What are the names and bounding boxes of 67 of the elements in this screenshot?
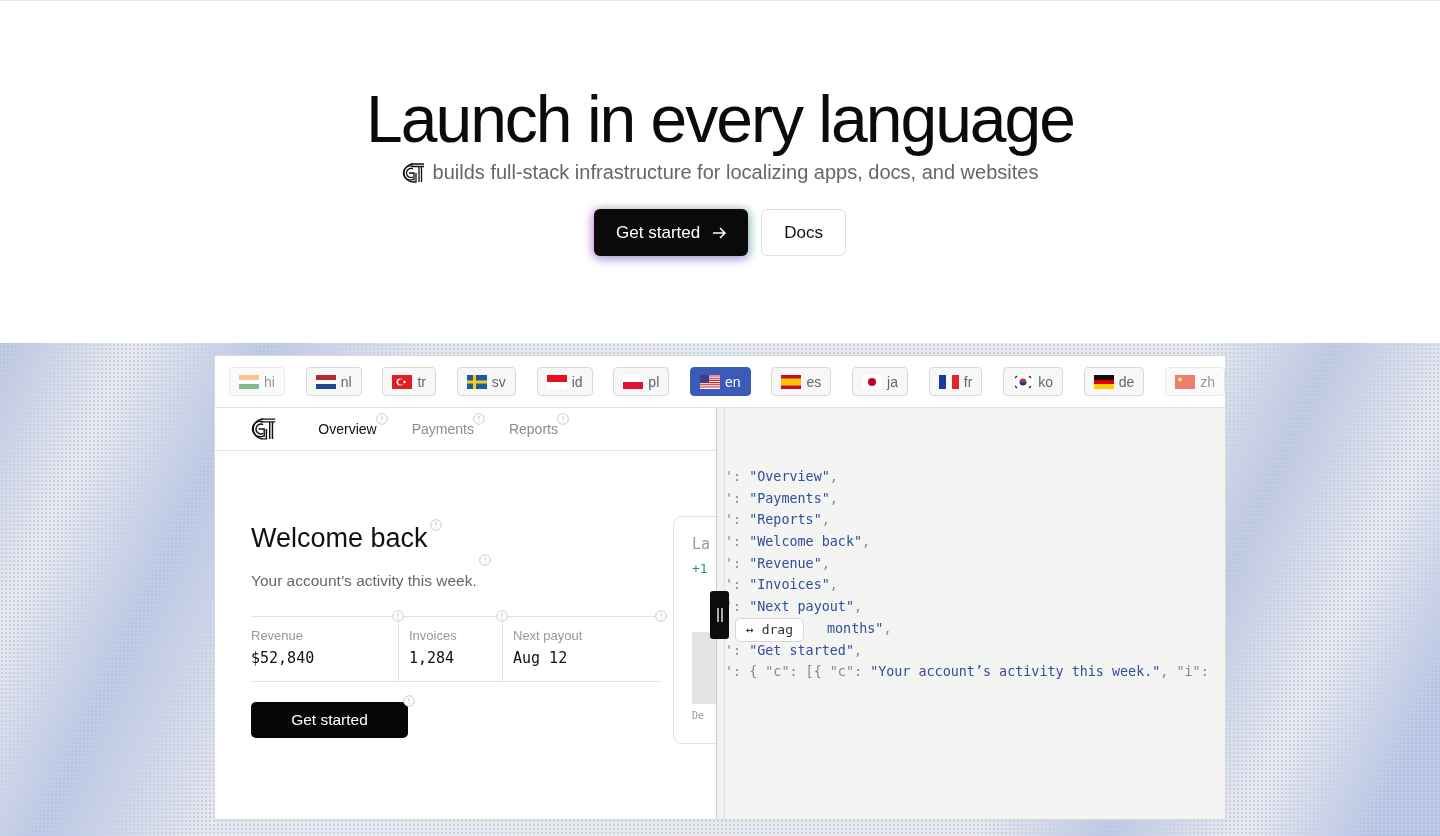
page-heading: Welcome back: [251, 523, 428, 554]
language-chip[interactable]: nl: [305, 367, 362, 396]
info-icon: [375, 413, 388, 425]
page-subtitle: Your account’s activity this week.: [251, 572, 477, 590]
flag-icon: [1013, 374, 1034, 389]
flag-icon: [466, 374, 487, 389]
flag-icon: [1175, 374, 1196, 389]
code-line: months",: [827, 619, 892, 638]
info-icon: [478, 554, 491, 566]
nav-tab[interactable]: Reports: [508, 421, 558, 437]
code-line: ': "Revenue",: [725, 554, 830, 573]
stat-value: Aug 12: [513, 649, 569, 667]
code-line: ': "Get started",: [725, 641, 863, 660]
language-chip[interactable]: en: [690, 367, 751, 396]
docs-button[interactable]: Docs: [761, 209, 846, 256]
nav-tab[interactable]: Overview: [318, 421, 377, 437]
stat-label: Revenue: [251, 628, 305, 643]
language-chip[interactable]: pl: [613, 367, 670, 396]
flag-icon: [392, 374, 413, 389]
nav-tab[interactable]: Payments: [411, 421, 474, 437]
flag-icon: [781, 374, 802, 389]
code-line: ': "Overview",: [725, 468, 838, 486]
logo-icon: [251, 418, 277, 440]
card-title: La: [692, 535, 712, 553]
code-line: ': "Payments",: [725, 489, 838, 508]
info-icon: [655, 610, 667, 622]
language-chip[interactable]: es: [771, 367, 832, 396]
flag-icon: [546, 374, 567, 389]
info-icon: [496, 610, 508, 622]
language-chip[interactable]: hi: [229, 367, 285, 396]
language-chip[interactable]: de: [1083, 367, 1145, 396]
flag-icon: [1093, 374, 1114, 389]
language-chip[interactable]: ko: [1003, 367, 1063, 396]
card-delta: +1: [692, 561, 709, 576]
stat-label: Next payout: [513, 628, 584, 643]
info-icon: [403, 695, 415, 707]
language-chip[interactable]: sv: [456, 367, 516, 396]
stat-value: 1,284: [409, 649, 456, 667]
info-icon: [392, 610, 404, 622]
info-icon: [429, 519, 442, 531]
get-started-button[interactable]: Get started: [251, 702, 408, 738]
flag-icon: [239, 374, 259, 389]
info-icon: [472, 413, 485, 425]
hero-title: Launch in every language: [366, 81, 1074, 157]
language-chip[interactable]: id: [536, 367, 593, 396]
arrow-right-icon: [712, 226, 727, 239]
flag-icon: [938, 374, 959, 389]
language-chip[interactable]: tr: [382, 367, 436, 396]
get-started-button[interactable]: Get started: [594, 209, 749, 256]
code-line: ': { "c": [{ "c": "Your account’s activity this week.", "i":: [725, 663, 1209, 682]
drag-handle[interactable]: [710, 591, 729, 639]
logo-icon: [401, 162, 425, 183]
code-line: ': "Invoices",: [725, 576, 838, 595]
flag-icon: [623, 374, 644, 389]
code-line: ': "Reports",: [725, 511, 830, 530]
hero-subtitle: builds full-stack infrastructure for localizing apps, docs, and websites: [432, 161, 1039, 184]
info-icon: [556, 413, 569, 425]
flag-icon: [862, 374, 883, 389]
language-chip[interactable]: fr: [928, 367, 983, 396]
flag-icon: [700, 374, 721, 389]
axis-label: De: [692, 710, 706, 721]
code-line: ': "Welcome back",: [725, 533, 871, 552]
flag-icon: [315, 374, 336, 389]
drag-tooltip: ↔ drag: [735, 618, 804, 642]
stat-value: $52,840: [251, 649, 316, 667]
stat-label: Invoices: [409, 628, 458, 643]
language-chip[interactable]: ja: [852, 367, 908, 396]
